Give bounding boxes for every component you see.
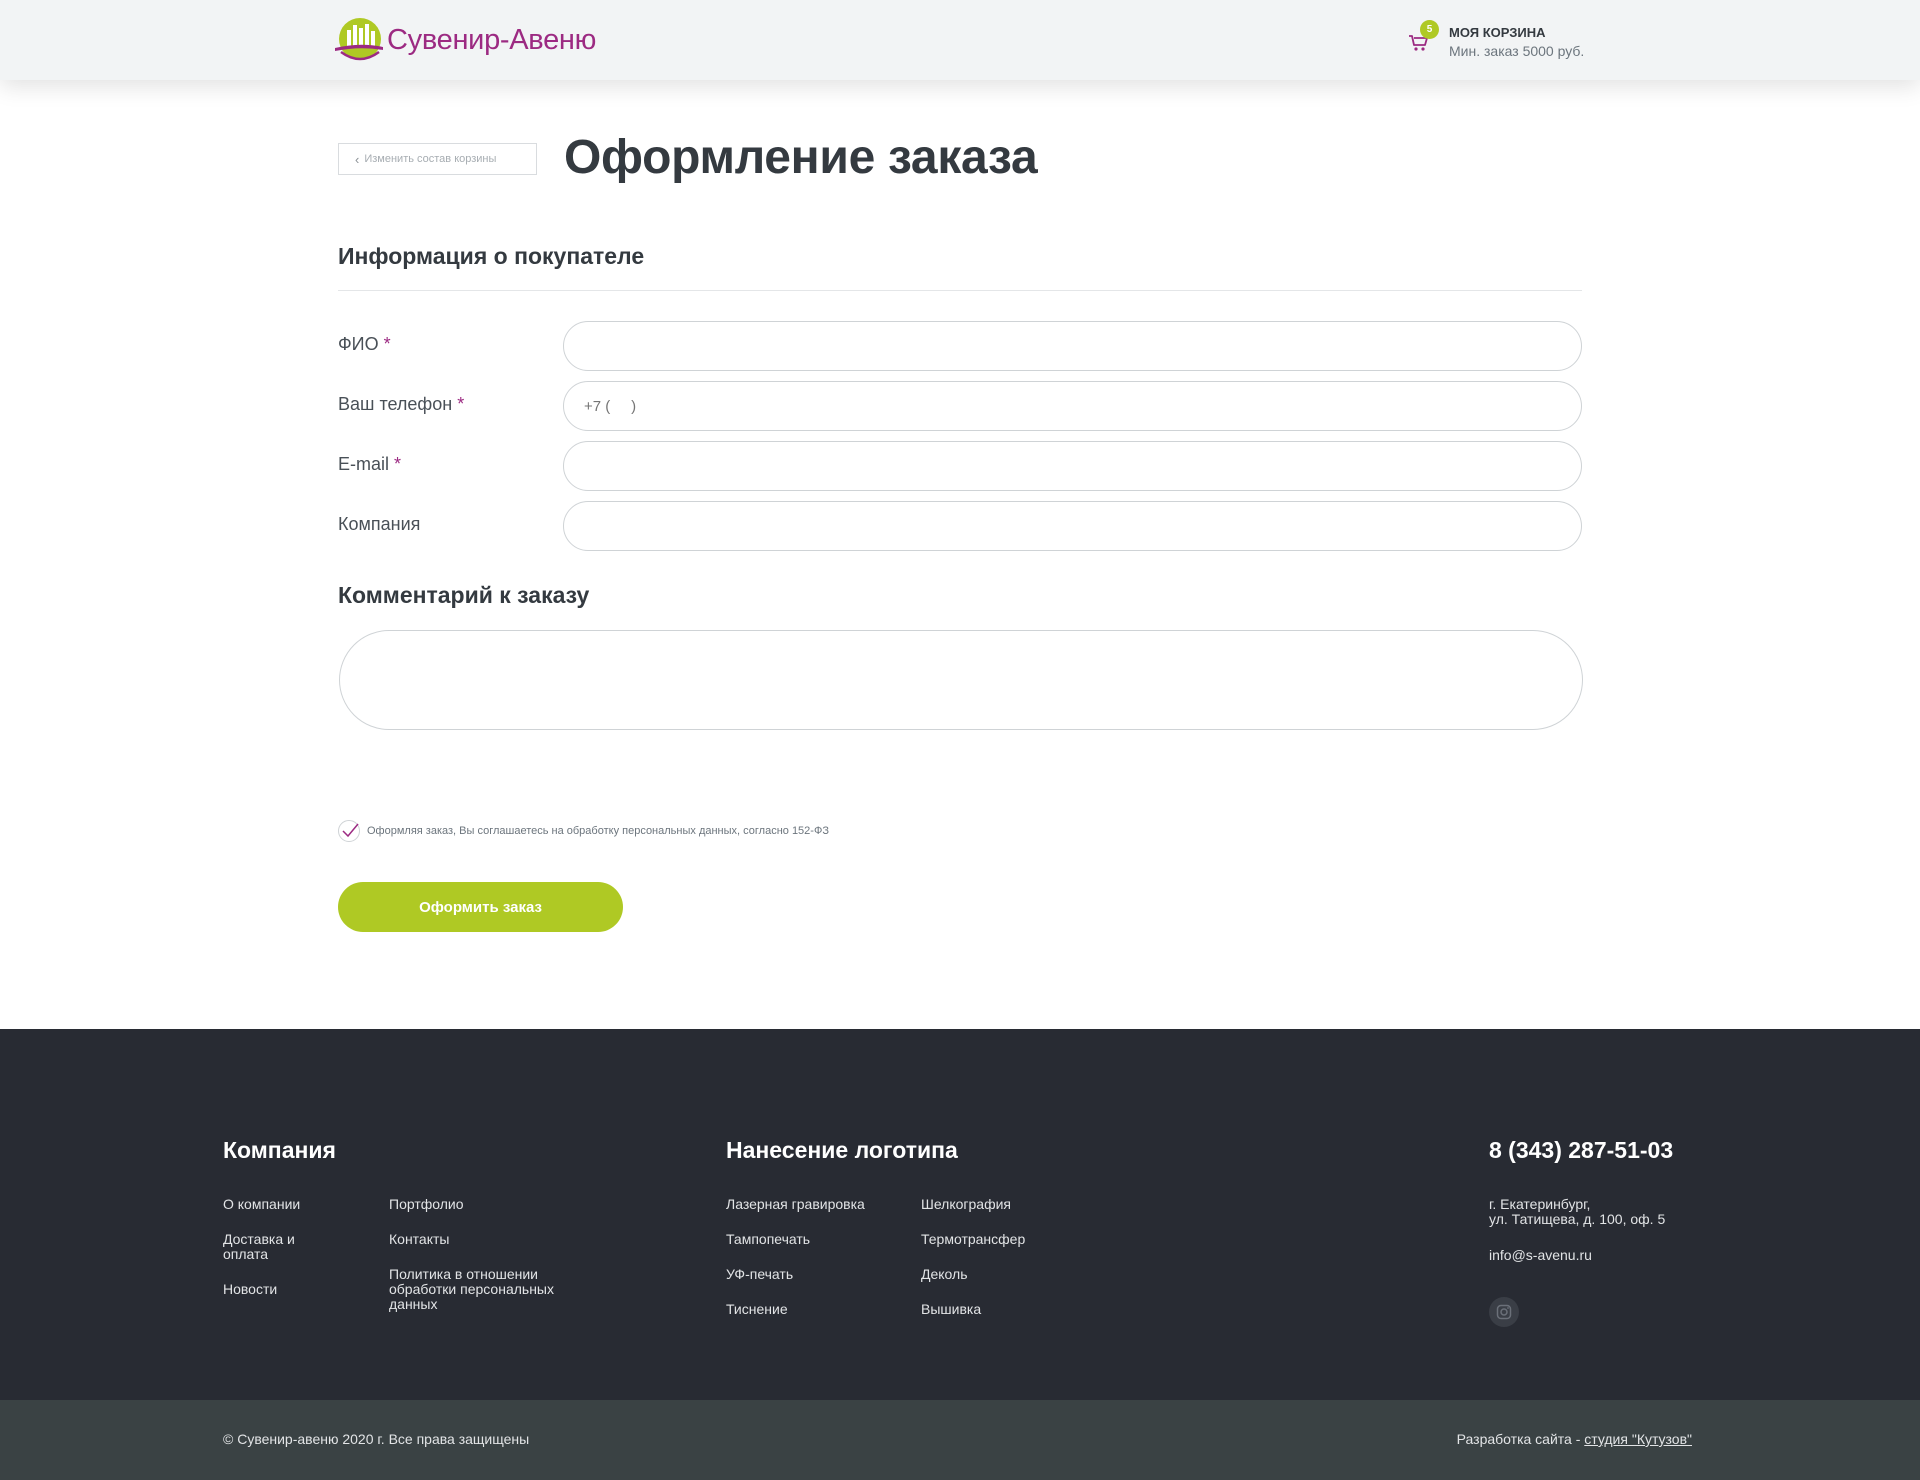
footer-link-embroidery[interactable]: Вышивка bbox=[921, 1302, 981, 1317]
footer-link-decal[interactable]: Деколь bbox=[921, 1267, 968, 1282]
footer-link-embossing[interactable]: Тиснение bbox=[726, 1302, 788, 1317]
footer-email[interactable]: info@s-avenu.ru bbox=[1489, 1247, 1592, 1263]
company-input[interactable] bbox=[563, 501, 1582, 551]
cart-title: МОЯ КОРЗИНА bbox=[1449, 25, 1546, 40]
consent-text: Оформляя заказ, Вы соглашаетесь на обраб… bbox=[367, 825, 829, 837]
company-label: Компания bbox=[338, 514, 421, 534]
full-name-input[interactable] bbox=[563, 321, 1582, 371]
email-input[interactable] bbox=[563, 441, 1582, 491]
footer-link-delivery[interactable]: Доставка и оплата bbox=[223, 1232, 313, 1262]
buyer-info-title: Информация о покупателе bbox=[338, 243, 645, 269]
submit-order-button[interactable]: Оформить заказ bbox=[338, 882, 623, 932]
footer-phone[interactable]: 8 (343) 287-51-03 bbox=[1489, 1137, 1673, 1164]
footer-link-portfolio[interactable]: Портфолио bbox=[389, 1197, 464, 1212]
logo-icon bbox=[333, 16, 383, 64]
footer-address: г. Екатеринбург, ул. Татищева, д. 100, о… bbox=[1489, 1196, 1666, 1227]
consent-row: Оформляя заказ, Вы соглашаетесь на обраб… bbox=[338, 820, 829, 842]
developer-credit: Разработка сайта - студия "Кутузов" bbox=[1456, 1431, 1692, 1447]
cart-min-order: Мин. заказ 5000 руб. bbox=[1449, 43, 1585, 59]
logo[interactable]: Сувенир-Авеню bbox=[333, 14, 596, 66]
footer-link-privacy[interactable]: Политика в отношении обработки персональ… bbox=[389, 1267, 589, 1312]
developer-link[interactable]: студия "Кутузов" bbox=[1584, 1431, 1692, 1447]
footer-logo-print-title: Нанесение логотипа bbox=[726, 1137, 958, 1163]
comment-title: Комментарий к заказу bbox=[338, 582, 590, 608]
footer-link-silkscreen[interactable]: Шелкография bbox=[921, 1197, 1011, 1212]
footer-bottom-bar: © Сувенир-авеню 2020 г. Все права защище… bbox=[0, 1400, 1920, 1480]
cart-widget[interactable]: 5 МОЯ КОРЗИНА Мин. заказ 5000 руб. bbox=[1408, 20, 1608, 64]
edit-cart-label: Изменить состав корзины bbox=[364, 153, 497, 165]
phone-label: Ваш телефон * bbox=[338, 394, 465, 414]
copyright: © Сувенир-авеню 2020 г. Все права защище… bbox=[223, 1431, 530, 1447]
page-title: Оформление заказа bbox=[564, 131, 1038, 184]
cart-count-badge: 5 bbox=[1420, 20, 1439, 39]
footer-link-about[interactable]: О компании bbox=[223, 1197, 300, 1212]
chevron-left-icon: ‹ bbox=[355, 151, 360, 167]
footer-link-uv-print[interactable]: УФ-печать bbox=[726, 1267, 793, 1282]
full-name-label: ФИО * bbox=[338, 334, 391, 354]
footer-link-pad-print[interactable]: Тампопечать bbox=[726, 1232, 810, 1247]
consent-checkbox[interactable] bbox=[338, 820, 360, 842]
logo-text: Сувенир-Авеню bbox=[387, 23, 597, 56]
section-divider bbox=[338, 290, 1582, 291]
email-label: E-mail * bbox=[338, 454, 402, 474]
footer-link-laser[interactable]: Лазерная гравировка bbox=[726, 1197, 865, 1212]
edit-cart-button[interactable]: ‹ Изменить состав корзины bbox=[338, 143, 537, 175]
footer-link-news[interactable]: Новости bbox=[223, 1282, 277, 1297]
footer-company-title: Компания bbox=[223, 1137, 336, 1163]
checkmark-icon bbox=[342, 823, 359, 838]
comment-textarea[interactable] bbox=[339, 630, 1583, 730]
footer-link-contacts[interactable]: Контакты bbox=[389, 1232, 449, 1247]
phone-input[interactable] bbox=[563, 381, 1582, 431]
instagram-icon[interactable] bbox=[1489, 1297, 1519, 1327]
footer-link-thermotransfer[interactable]: Термотрансфер bbox=[921, 1232, 1025, 1247]
site-header: Сувенир-Авеню 5 МОЯ КОРЗИНА Мин. заказ 5… bbox=[0, 0, 1920, 80]
